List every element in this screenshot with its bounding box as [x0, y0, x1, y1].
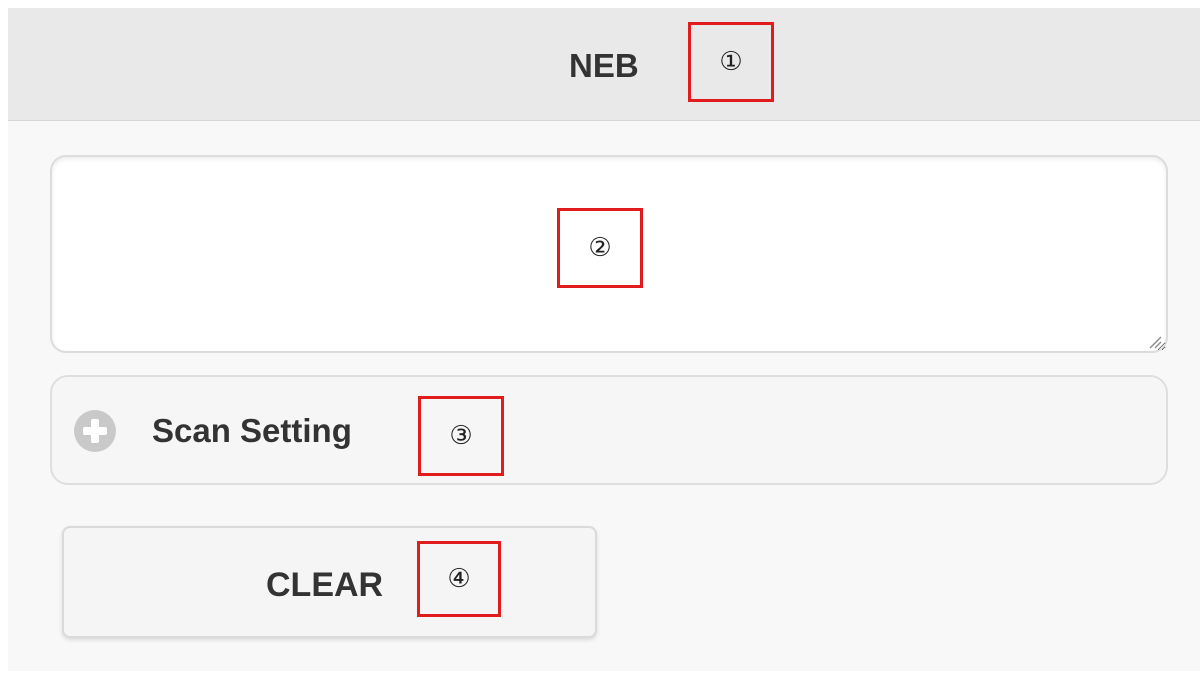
resize-handle-icon[interactable] — [1148, 335, 1162, 349]
page-header: NEB ① — [8, 8, 1200, 121]
callout-marker-2: ② — [557, 208, 643, 288]
callout-marker-1: ① — [688, 22, 774, 102]
clear-button-label: CLEAR — [266, 566, 384, 604]
plus-circle-icon — [74, 410, 116, 452]
scan-setting-collapsible[interactable]: Scan Setting — [50, 375, 1168, 485]
clear-button[interactable]: CLEAR — [62, 526, 597, 638]
callout-marker-4: ④ — [417, 541, 501, 617]
scan-setting-label: Scan Setting — [152, 412, 352, 449]
page-title: NEB — [569, 47, 639, 84]
callout-marker-3: ③ — [418, 396, 504, 476]
app-window: NEB ① ② Scan Setting ③ CLEAR ④ — [8, 8, 1200, 671]
